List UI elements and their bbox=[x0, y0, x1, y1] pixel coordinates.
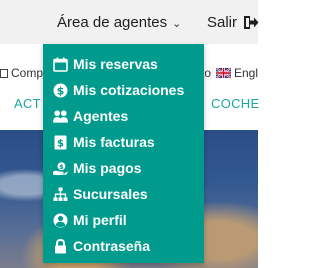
menu-item-label: Mis facturas bbox=[73, 134, 155, 150]
menu-item-my-payments[interactable]: $ Mis pagos bbox=[43, 155, 204, 181]
menu-item-my-quotes[interactable]: $ Mis cotizaciones bbox=[43, 77, 204, 103]
hand-coin-icon: $ bbox=[53, 161, 68, 176]
sign-out-icon bbox=[244, 16, 259, 33]
menu-item-label: Mis cotizaciones bbox=[73, 82, 185, 98]
menu-item-label: Mis pagos bbox=[73, 160, 142, 176]
menu-item-label: Agentes bbox=[73, 108, 129, 124]
lock-icon bbox=[53, 238, 68, 254]
nav-item-activities[interactable]: ACT bbox=[14, 96, 41, 111]
menu-item-branches[interactable]: Sucursales bbox=[43, 181, 204, 207]
uk-flag-icon bbox=[215, 67, 232, 79]
svg-text:$: $ bbox=[59, 162, 64, 170]
menu-item-label: Sucursales bbox=[73, 186, 148, 202]
menu-item-my-profile[interactable]: Mi perfil bbox=[43, 207, 204, 233]
agents-area-label: Área de agentes bbox=[57, 14, 168, 31]
logout-label: Salir bbox=[207, 14, 238, 31]
language-selector[interactable]: Engl bbox=[215, 66, 258, 80]
nav-item-car[interactable]: COCHE bbox=[211, 96, 259, 111]
agents-area-menu[interactable]: Área de agentes ⌄ bbox=[57, 14, 181, 31]
menu-item-my-bookings[interactable]: Mis reservas bbox=[43, 51, 204, 77]
svg-text:$: $ bbox=[57, 84, 65, 97]
menu-item-label: Mis reservas bbox=[73, 56, 158, 72]
user-circle-icon bbox=[53, 213, 68, 228]
menu-item-label: Mi perfil bbox=[73, 212, 127, 228]
logout-button[interactable]: Salir bbox=[207, 14, 259, 33]
document-icon bbox=[0, 69, 8, 78]
menu-item-agents[interactable]: Agentes bbox=[43, 103, 204, 129]
invoice-icon: $ bbox=[53, 135, 68, 150]
menu-item-label: Contraseña bbox=[73, 238, 151, 254]
chevron-down-icon: ⌄ bbox=[172, 18, 182, 30]
sub-item-comp[interactable]: Comp bbox=[0, 66, 43, 80]
agents-dropdown-menu: Mis reservas $ Mis cotizaciones Agentes … bbox=[43, 44, 204, 263]
menu-item-password[interactable]: Contraseña bbox=[43, 233, 204, 259]
sitemap-icon bbox=[53, 187, 68, 202]
menu-item-my-invoices[interactable]: $ Mis facturas bbox=[43, 129, 204, 155]
users-icon bbox=[53, 109, 68, 124]
dollar-circle-icon: $ bbox=[53, 83, 68, 98]
calendar-icon bbox=[53, 57, 68, 72]
svg-text:$: $ bbox=[57, 138, 64, 149]
top-bar: Área de agentes ⌄ Salir bbox=[0, 0, 259, 44]
